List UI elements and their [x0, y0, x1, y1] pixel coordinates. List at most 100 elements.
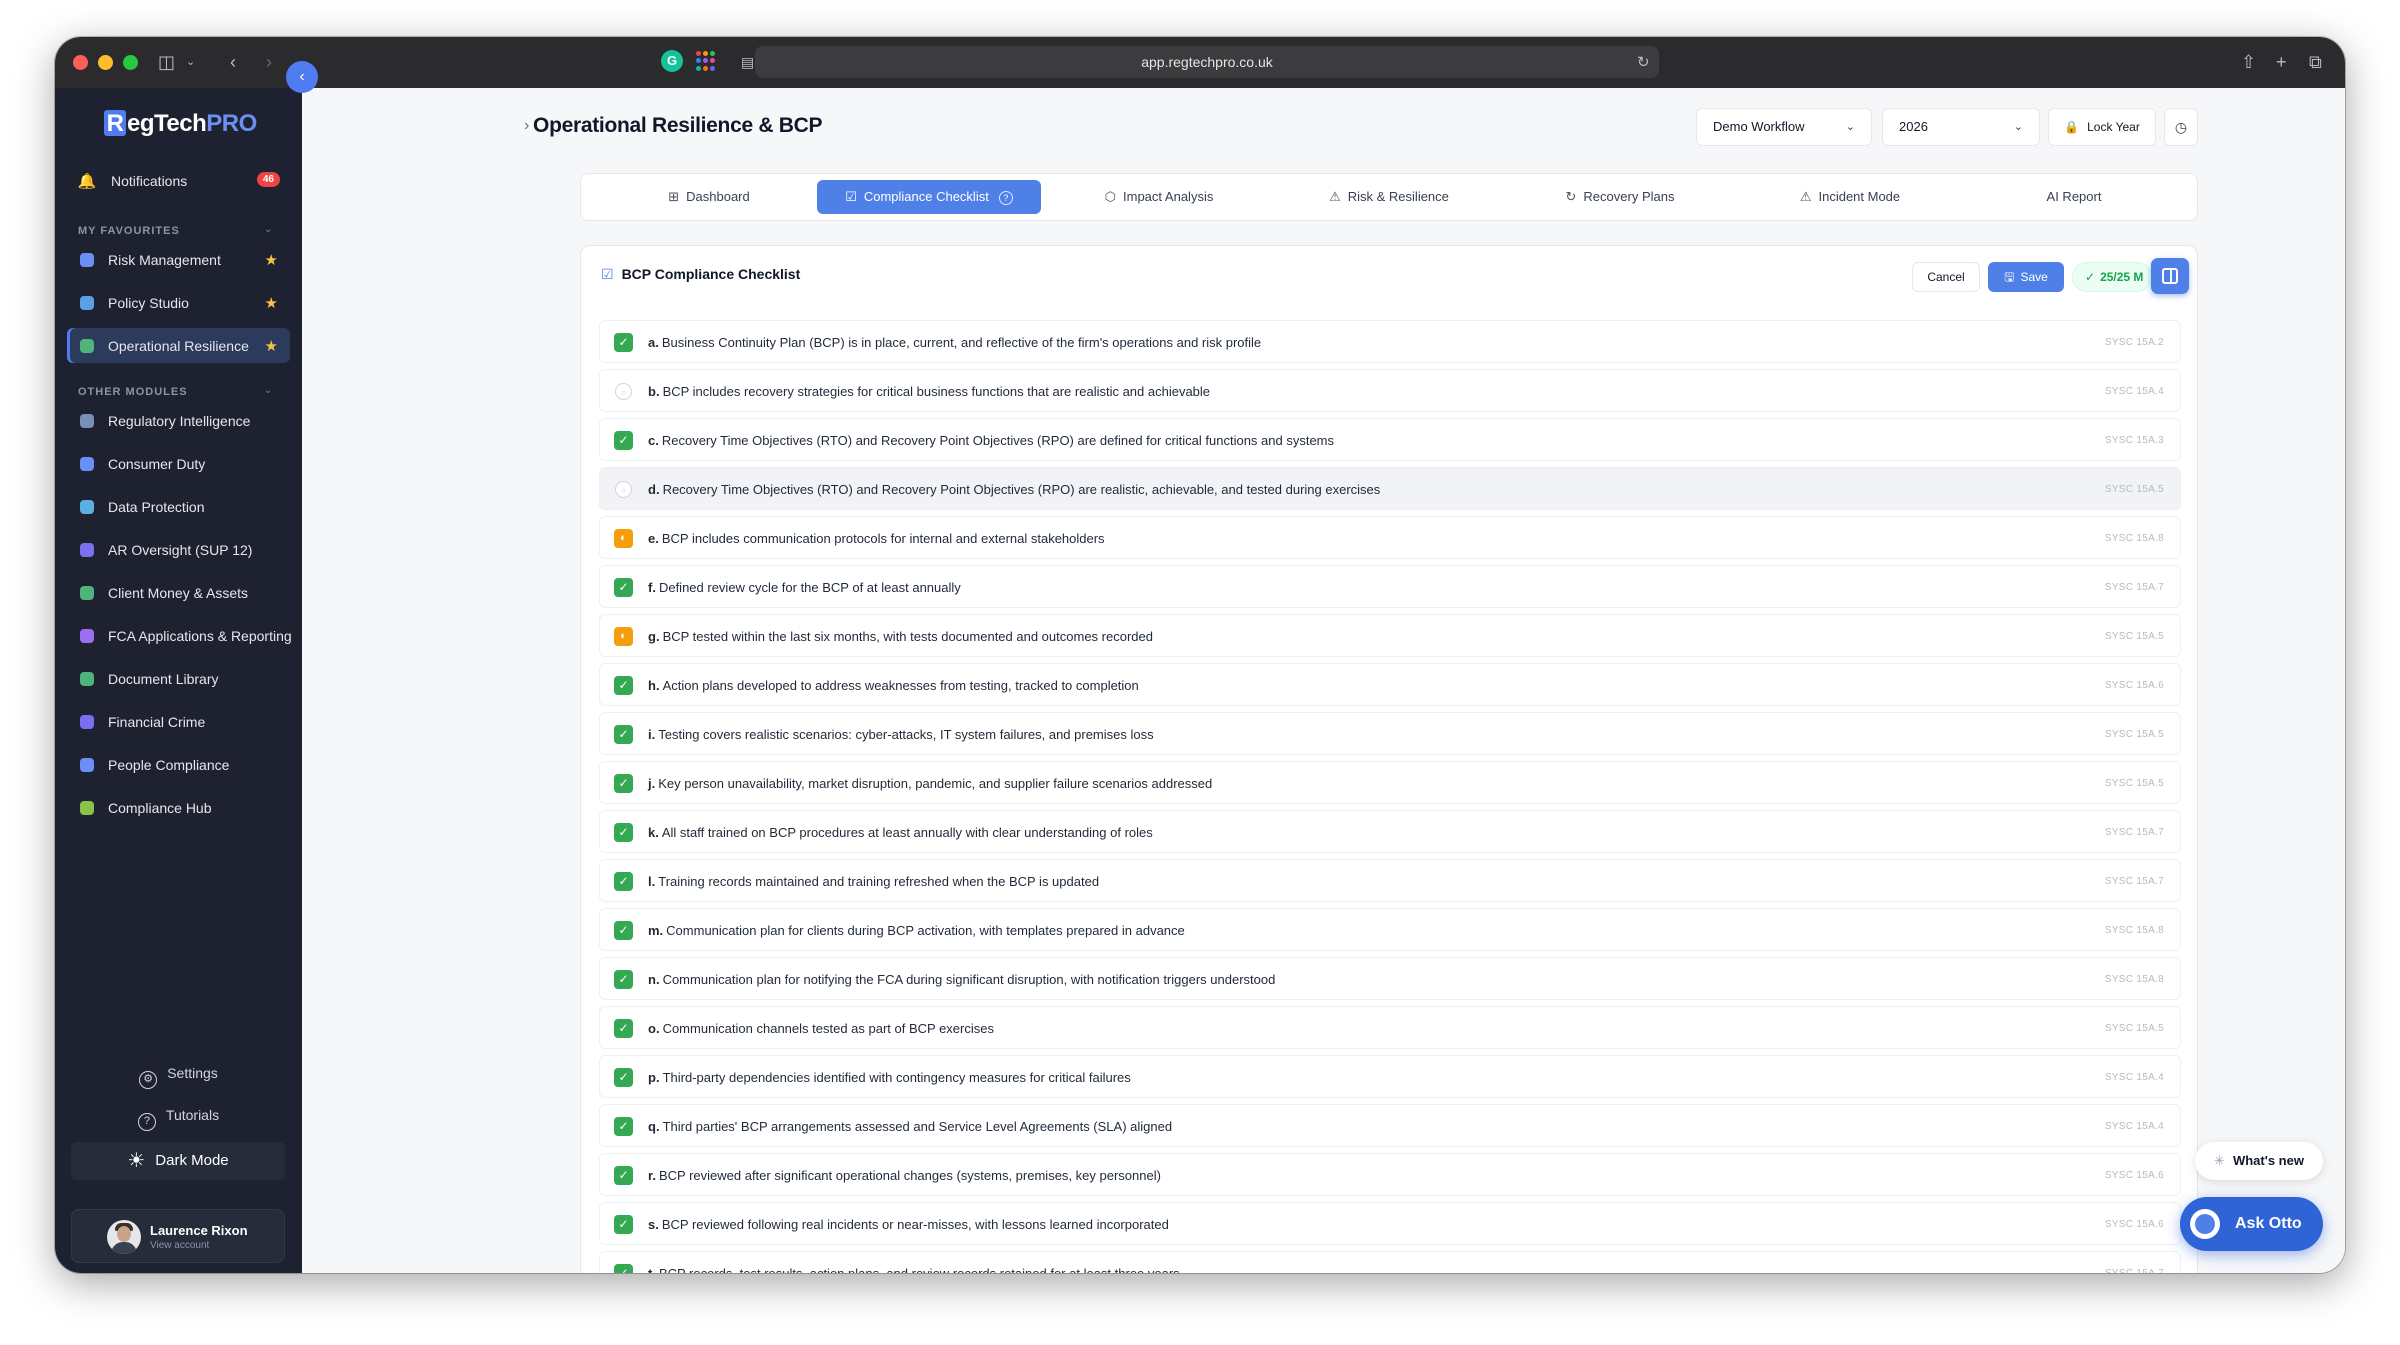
breadcrumb-chevron-icon[interactable]: › — [524, 117, 529, 134]
apps-extension-icon[interactable] — [696, 51, 716, 71]
checklist-row[interactable]: ✓ s. BCP reviewed following real incidents… — [599, 1202, 2181, 1245]
checklist-row[interactable]: ✓ o. Communication channels tested as part… — [599, 1006, 2181, 1049]
other-modules-heading[interactable]: OTHER MODULES ⌄ — [78, 385, 272, 398]
checked-checkbox-icon[interactable]: ✓ — [614, 1215, 633, 1234]
checklist-row[interactable]: ✓ k. All staff trained on BCP procedures a… — [599, 810, 2181, 853]
checklist-row[interactable]: ✓ m. Communication plan for clients during… — [599, 908, 2181, 951]
checked-checkbox-icon[interactable]: ✓ — [614, 1068, 633, 1087]
sidebar-item-consumer-duty[interactable]: Consumer Duty — [67, 446, 290, 481]
sidebar-item-ar-oversight-sup-12[interactable]: AR Oversight (SUP 12) — [67, 532, 290, 567]
tab-dashboard[interactable]: ⊞ Dashboard — [609, 180, 809, 214]
checklist-row[interactable]: ✓ j. Key person unavailability, market dis… — [599, 761, 2181, 804]
tab-overview-icon[interactable]: ⧉ — [2309, 51, 2322, 73]
checklist-row[interactable]: ○ b. BCP includes recovery strategies for … — [599, 369, 2181, 412]
checklist-row[interactable]: ✓ n. Communication plan for notifying the … — [599, 957, 2181, 1000]
checked-checkbox-icon[interactable]: ✓ — [614, 676, 633, 695]
star-icon[interactable]: ★ — [265, 251, 278, 269]
tab-impact-analysis[interactable]: ⬡ Impact Analysis — [1049, 180, 1269, 214]
checked-checkbox-icon[interactable]: ✓ — [614, 872, 633, 891]
user-account-card[interactable]: Laurence Rixon View account — [71, 1209, 285, 1263]
save-button[interactable]: 🖫 Save — [1988, 262, 2064, 292]
checked-checkbox-icon[interactable]: ✓ — [614, 823, 633, 842]
checked-checkbox-icon[interactable]: ✓ — [614, 1117, 633, 1136]
sidebar-item-policy-studio[interactable]: Policy Studio ★ — [67, 285, 290, 320]
sidebar-item-data-protection[interactable]: Data Protection — [67, 489, 290, 524]
checklist-row[interactable]: ✓ p. Third-party dependencies identified w… — [599, 1055, 2181, 1098]
back-icon[interactable]: ‹ — [230, 51, 236, 73]
grammarly-extension-icon[interactable]: G — [661, 50, 683, 72]
dark-mode-toggle[interactable]: ☀ Dark Mode — [71, 1142, 285, 1180]
checklist-row[interactable]: ◐ g. BCP tested within the last six months… — [599, 614, 2181, 657]
page-settings-icon[interactable]: ▤ — [741, 51, 754, 73]
address-bar[interactable]: app.regtechpro.co.uk ↻ — [755, 46, 1659, 78]
collapse-sidebar-button[interactable]: ‹ — [286, 61, 318, 93]
alert-triangle-icon: ⚠ — [1799, 189, 1812, 204]
star-icon[interactable]: ★ — [265, 294, 278, 312]
tab-recovery-plans[interactable]: ↻ Recovery Plans — [1509, 180, 1731, 214]
sidebar-item-people-compliance[interactable]: People Compliance — [67, 747, 290, 782]
sidebar-item-document-library[interactable]: Document Library — [67, 661, 290, 696]
forward-icon[interactable]: › — [266, 51, 272, 73]
partial-status-icon[interactable]: ◐ — [614, 627, 633, 646]
zoom-window-button[interactable] — [123, 55, 138, 70]
sidebar-item-client-money-assets[interactable]: Client Money & Assets — [67, 575, 290, 610]
ask-otto-button[interactable]: Ask Otto — [2180, 1197, 2323, 1251]
chevron-down-icon[interactable]: ⌄ — [186, 51, 195, 73]
sidebar-item-risk-management[interactable]: Risk Management ★ — [67, 242, 290, 277]
checked-checkbox-icon[interactable]: ✓ — [614, 1019, 633, 1038]
checklist-row[interactable]: ✓ h. Action plans developed to address wea… — [599, 663, 2181, 706]
checked-checkbox-icon[interactable]: ✓ — [614, 333, 633, 352]
checklist-row[interactable]: ✓ c. Recovery Time Objectives (RTO) and Re… — [599, 418, 2181, 461]
checklist-row[interactable]: ◐ e. BCP includes communication protocols … — [599, 516, 2181, 559]
checklist-row[interactable]: ✓ i. Testing covers realistic scenarios: c… — [599, 712, 2181, 755]
sidebar-item-operational-resilience[interactable]: Operational Resilience ★ — [67, 328, 290, 363]
tab-ai-report[interactable]: AI Report — [1969, 180, 2179, 214]
tab-compliance-checklist[interactable]: ☑ Compliance Checklist? — [817, 180, 1041, 214]
checked-checkbox-icon[interactable]: ✓ — [614, 921, 633, 940]
checked-checkbox-icon[interactable]: ✓ — [614, 1166, 633, 1185]
unchecked-checkbox-icon[interactable]: ○ — [615, 481, 632, 498]
sidebar-item-regulatory-intelligence[interactable]: Regulatory Intelligence — [67, 403, 290, 438]
favourites-heading[interactable]: MY FAVOURITES ⌄ — [78, 224, 272, 237]
whats-new-button[interactable]: ✳ What's new — [2195, 1142, 2323, 1180]
checklist-row[interactable]: ✓ r. BCP reviewed after significant operat… — [599, 1153, 2181, 1196]
settings-link[interactable]: ⚙ Settings — [55, 1065, 302, 1089]
checklist-row[interactable]: ✓ t.BCP records, test results, action pla… — [599, 1251, 2181, 1273]
cancel-button[interactable]: Cancel — [1912, 262, 1980, 292]
close-window-button[interactable] — [73, 55, 88, 70]
sidebar-item-compliance-hub[interactable]: Compliance Hub — [67, 790, 290, 825]
unchecked-checkbox-icon[interactable]: ○ — [615, 383, 632, 400]
checked-checkbox-icon[interactable]: ✓ — [614, 774, 633, 793]
new-tab-icon[interactable]: + — [2276, 51, 2287, 73]
sidebar-toggle-icon[interactable]: ◫ — [158, 51, 175, 73]
share-icon[interactable]: ⇧ — [2241, 51, 2256, 73]
toggle-panel-button[interactable] — [2151, 258, 2189, 294]
workflow-select[interactable]: Demo Workflow ⌄ — [1696, 108, 1872, 146]
checked-checkbox-icon[interactable]: ✓ — [614, 725, 633, 744]
partial-status-icon[interactable]: ◐ — [614, 529, 633, 548]
sidebar-item-financial-crime[interactable]: Financial Crime — [67, 704, 290, 739]
checklist-row[interactable]: ✓ f. Defined review cycle for the BCP of a… — [599, 565, 2181, 608]
minimize-window-button[interactable] — [98, 55, 113, 70]
tab-risk-resilience[interactable]: ⚠ Risk & Resilience — [1279, 180, 1499, 214]
history-button[interactable]: ◷ — [2164, 108, 2198, 146]
sidebar-item-fca-applications-reporting[interactable]: FCA Applications & Reporting — [67, 618, 292, 653]
checked-checkbox-icon[interactable]: ✓ — [614, 970, 633, 989]
checklist-row[interactable]: ✓ l. Training records maintained and train… — [599, 859, 2181, 902]
tab-incident-mode[interactable]: ⚠ Incident Mode — [1739, 180, 1961, 214]
star-icon[interactable]: ★ — [265, 337, 278, 355]
checked-checkbox-icon[interactable]: ✓ — [614, 578, 633, 597]
checklist-row[interactable]: ✓ a. Business Continuity Plan (BCP) is in … — [599, 320, 2181, 363]
year-select[interactable]: 2026 ⌄ — [1882, 108, 2040, 146]
tutorials-link[interactable]: ? Tutorials — [55, 1107, 302, 1131]
help-icon[interactable]: ? — [998, 191, 1013, 205]
logo[interactable]: RegTechPRO — [104, 110, 257, 138]
lock-year-button[interactable]: 🔒 Lock Year — [2048, 108, 2156, 146]
checklist-row[interactable]: ○ d. Recovery Time Objectives (RTO) and Re… — [599, 467, 2181, 510]
checklist-row[interactable]: ✓ q. Third parties' BCP arrangements asses… — [599, 1104, 2181, 1147]
notifications-item[interactable]: 🔔 Notifications 46 — [67, 163, 290, 199]
checked-checkbox-icon[interactable]: ✓ — [614, 431, 633, 450]
risk-management-icon — [80, 252, 94, 267]
reload-icon[interactable]: ↻ — [1637, 52, 1650, 74]
checked-checkbox-icon[interactable]: ✓ — [614, 1264, 633, 1273]
